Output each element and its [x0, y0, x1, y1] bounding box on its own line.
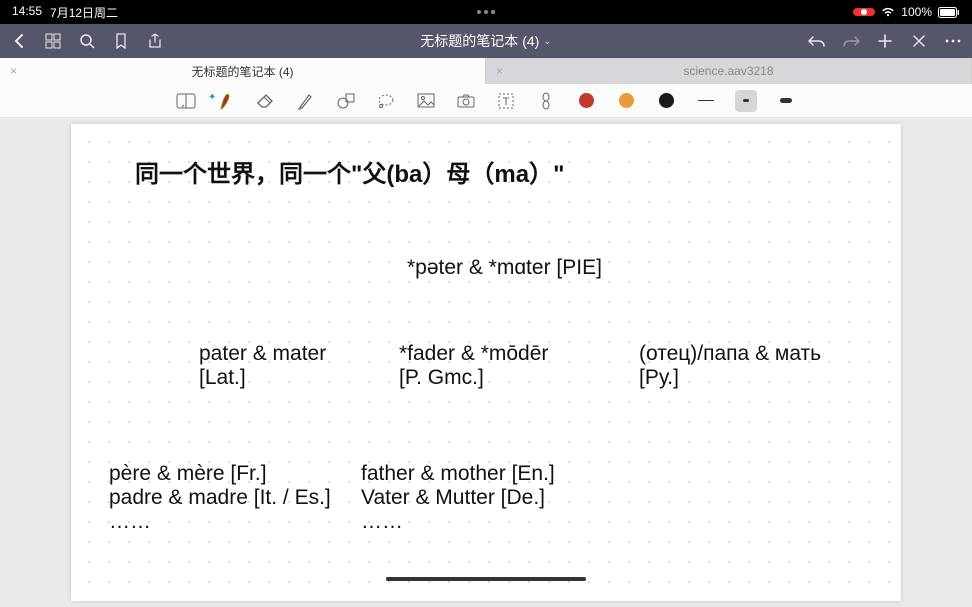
home-indicator[interactable] [386, 577, 586, 581]
add-button[interactable] [876, 32, 894, 50]
french-line: père & mère [Fr.] [109, 462, 389, 486]
camera-tool-icon[interactable] [455, 90, 477, 112]
wifi-icon [881, 7, 895, 17]
image-tool-icon[interactable] [415, 90, 437, 112]
grid-view-icon[interactable] [44, 32, 62, 50]
status-date: 7月12日周二 [50, 4, 118, 21]
search-icon[interactable] [78, 32, 96, 50]
multitask-dots[interactable] [477, 10, 495, 14]
share-icon[interactable] [146, 32, 164, 50]
read-mode-icon[interactable] [175, 90, 197, 112]
ellipsis-2: …… [361, 510, 555, 534]
russian-line2: [Ру.] [639, 366, 821, 390]
document-title[interactable]: 无标题的笔记本 (4) [420, 31, 539, 51]
status-bar: 14:55 7月12日周二 100% [0, 0, 972, 24]
russian-line1: (отец)/папа & мать [639, 342, 821, 366]
shape-tool-icon[interactable] [335, 90, 357, 112]
canvas-area: 同一个世界，同一个"父(ba）母（ma）" *pəter & *mɑter [P… [0, 118, 972, 607]
stroke-medium[interactable] [735, 90, 757, 112]
pgmc-line1: *fader & *mōdēr [399, 342, 629, 366]
close-tab-icon[interactable]: × [10, 64, 17, 78]
latin-line2: [Lat.] [199, 366, 399, 390]
note-page[interactable]: 同一个世界，同一个"父(ba）母（ma）" *pəter & *mɑter [P… [71, 124, 901, 601]
battery-icon [938, 7, 960, 18]
pie-root-text: *pəter & *mɑter [PIE] [407, 256, 602, 280]
tab-label: science.aav3218 [683, 64, 773, 78]
highlighter-tool-icon[interactable] [295, 90, 317, 112]
svg-text:T: T [503, 96, 510, 108]
ellipsis-1: …… [109, 510, 389, 534]
note-heading: 同一个世界，同一个"父(ba）母（ma）" [135, 154, 873, 189]
text-tool-icon[interactable]: T [495, 90, 517, 112]
tab-strip: × 无标题的笔记本 (4) × science.aav3218 [0, 58, 972, 84]
stroke-thick[interactable] [775, 90, 797, 112]
pen-tool-icon[interactable]: ✦ [215, 90, 237, 112]
status-time: 14:55 [12, 4, 42, 21]
eraser-tool-icon[interactable] [255, 90, 277, 112]
screen-recording-pill[interactable] [853, 8, 875, 16]
close-tab-icon[interactable]: × [496, 64, 503, 78]
chevron-down-icon[interactable]: ⌄ [543, 36, 551, 47]
tab-notebook[interactable]: × 无标题的笔记本 (4) [0, 58, 486, 84]
stroke-thin[interactable] [695, 90, 717, 112]
color-red[interactable] [575, 90, 597, 112]
editor-toolbar: ✦ T [0, 84, 972, 118]
german-line: Vater & Mutter [De.] [361, 486, 555, 510]
battery-percent: 100% [901, 5, 932, 19]
redo-button[interactable] [842, 32, 860, 50]
latin-line1: pater & mater [199, 342, 399, 366]
color-orange[interactable] [615, 90, 637, 112]
tab-science[interactable]: × science.aav3218 [486, 58, 972, 84]
close-tools-icon[interactable] [910, 32, 928, 50]
bookmark-icon[interactable] [112, 32, 130, 50]
back-button[interactable] [10, 32, 28, 50]
tab-label: 无标题的笔记本 (4) [191, 63, 293, 80]
pgmc-line2: [P. Gmc.] [399, 366, 629, 390]
lasso-tool-icon[interactable] [375, 90, 397, 112]
english-line: father & mother [En.] [361, 462, 555, 486]
app-titlebar: 无标题的笔记本 (4) ⌄ [0, 24, 972, 58]
color-black[interactable] [655, 90, 677, 112]
undo-button[interactable] [808, 32, 826, 50]
it-es-line: padre & madre [It. / Es.] [109, 486, 389, 510]
link-tool-icon[interactable] [535, 90, 557, 112]
more-icon[interactable] [944, 32, 962, 50]
